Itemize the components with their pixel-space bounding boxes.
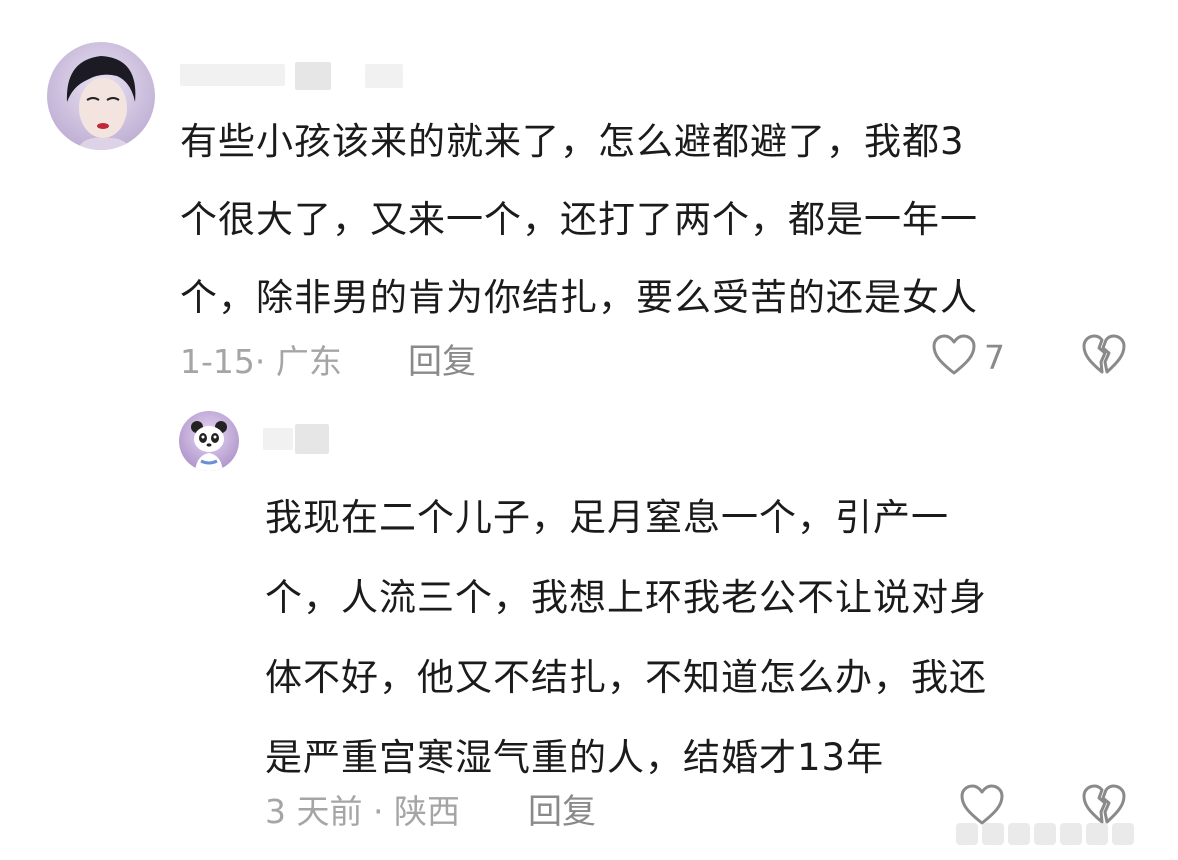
comment-meta: 3 天前 · 陕西 xyxy=(265,792,460,831)
broken-heart-icon xyxy=(1080,332,1128,382)
comment-text: 我现在二个儿子，足月窒息一个，引产一 个，人流三个，我想上环我老公不让说对身 体… xyxy=(265,496,987,779)
avatar[interactable] xyxy=(179,411,239,471)
comment-meta: 1-15· 广东 xyxy=(180,342,342,381)
comment-text: 有些小孩该来的就来了，怎么避都避了，我都3 个很大了，又来一个，还打了两个，都是… xyxy=(180,120,978,319)
like-button[interactable]: 7 xyxy=(930,332,1005,382)
like-count: 7 xyxy=(984,337,1005,377)
username-redacted xyxy=(295,62,331,90)
username-redacted xyxy=(263,428,293,450)
heart-outline-icon xyxy=(930,332,978,382)
dislike-button[interactable] xyxy=(1080,332,1128,382)
reply-button[interactable]: 回复 xyxy=(408,334,476,383)
avatar[interactable] xyxy=(47,42,155,150)
username-redacted xyxy=(180,64,285,86)
watermark xyxy=(956,814,1166,854)
username-redacted xyxy=(295,424,329,454)
username-redacted xyxy=(365,64,403,88)
reply-button[interactable]: 回复 xyxy=(528,784,596,833)
